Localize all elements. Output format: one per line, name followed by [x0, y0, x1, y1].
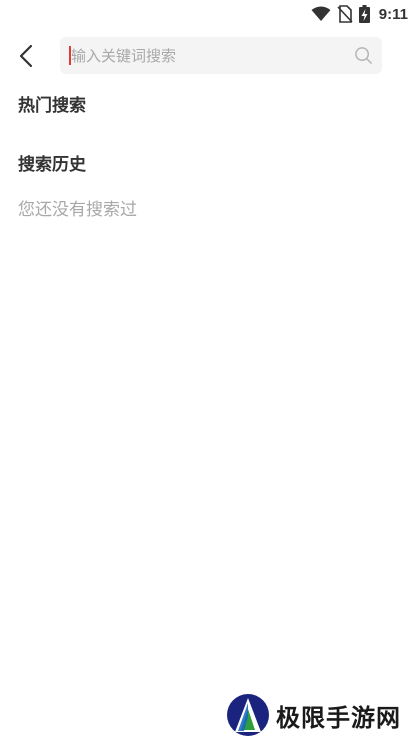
no-sim-icon [337, 5, 353, 23]
chevron-left-icon [19, 44, 33, 68]
status-bar: 9:11 [0, 0, 417, 28]
watermark: 极限手游网 [226, 692, 401, 738]
search-icon[interactable] [354, 46, 373, 65]
back-button[interactable] [8, 38, 44, 74]
watermark-text: 极限手游网 [276, 702, 401, 732]
battery-charging-icon [358, 5, 370, 23]
wifi-icon [311, 6, 331, 21]
search-header [0, 28, 417, 84]
status-icons: 9:11 [311, 4, 408, 24]
search-box[interactable] [60, 37, 382, 74]
watermark-logo [227, 694, 269, 736]
history-empty-text: 您还没有搜索过 [18, 200, 137, 220]
hot-search-title: 热门搜索 [18, 96, 86, 116]
search-input[interactable] [71, 37, 341, 74]
status-time: 9:11 [378, 5, 408, 23]
search-history-title: 搜索历史 [18, 155, 86, 175]
